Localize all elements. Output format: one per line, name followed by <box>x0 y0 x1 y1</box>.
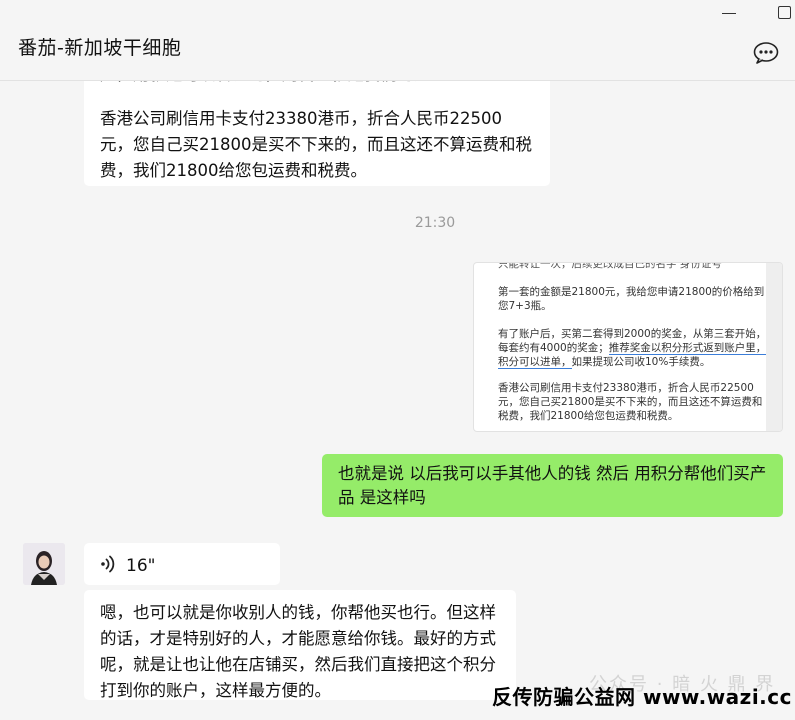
image-partial-line: 只能转让一次，后续更改成自己的名字 身份证号 <box>498 262 722 270</box>
maximize-icon[interactable] <box>778 6 791 19</box>
avatar[interactable] <box>23 543 65 585</box>
message-text: 香港公司刷信用卡支付23380港币，折合人民币22500元，您自己买21800是… <box>100 109 532 180</box>
minimize-icon[interactable] <box>722 13 736 14</box>
title-bar: 番茄-新加坡干细胞 <box>0 0 795 81</box>
message-text: 也就是说 以后我可以手其他人的钱 然后 用积分帮他们买产品 是这样吗 <box>338 464 767 507</box>
image-border <box>766 263 782 431</box>
voice-duration: 16" <box>126 556 156 576</box>
incoming-message[interactable]: 嗯，也可以就是你收别人的钱，你帮他买也行。但这样的话，才是特别好的人，才能愿意给… <box>84 590 516 700</box>
outgoing-message[interactable]: 也就是说 以后我可以手其他人的钱 然后 用积分帮他们买产品 是这样吗 <box>322 454 783 517</box>
image-paragraph: 香港公司刷信用卡支付23380港币，折合人民币22500元，您自己买21800是… <box>498 382 763 422</box>
image-message[interactable]: 只能转让一次，后续更改成自己的名字 身份证号 第一套的金额是21800元，我给您… <box>473 262 783 432</box>
timestamp: 21:30 <box>414 215 456 231</box>
voice-message[interactable]: 16" <box>84 543 280 585</box>
avatar-image <box>23 543 65 585</box>
image-text: 如果提现公司收10%手续费。 <box>571 356 711 368</box>
message-text: 嗯，也可以就是你收别人的钱，你帮他买也行。但这样的话，才是特别好的人，才能愿意给… <box>100 603 496 700</box>
chat-title: 番茄-新加坡干细胞 <box>18 37 182 59</box>
site-watermark: 反传防骗公益网 www.wazi.cc <box>492 685 792 709</box>
chat-bubble-dots-icon[interactable] <box>753 42 779 64</box>
sound-wave-icon <box>101 555 115 573</box>
image-paragraph: 第一套的金额是21800元，我给您申请21800的价格给到您7+3瓶。 <box>498 286 765 312</box>
screenshot-image: 只能转让一次，后续更改成自己的名字 身份证号 第一套的金额是21800元，我给您… <box>488 263 774 431</box>
image-paragraph: 有了账户后，买第二套得到2000的奖金，从第三套开始，每套约有4000的奖金；推… <box>498 327 770 369</box>
